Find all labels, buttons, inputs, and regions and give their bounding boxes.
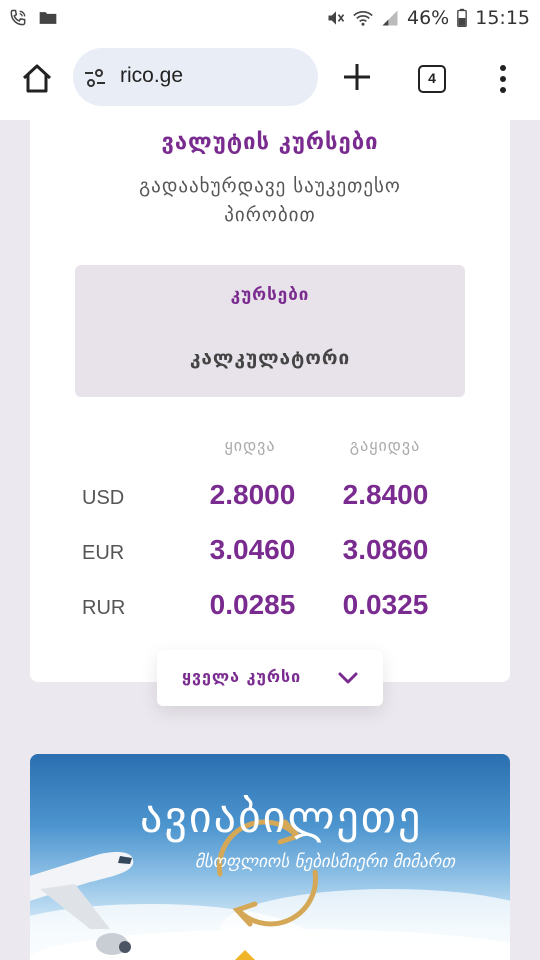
buy-rate: 2.8000 xyxy=(209,479,296,510)
tabs-icon[interactable]: 4 xyxy=(418,65,446,93)
all-rates-button[interactable]: ყველა კურსი xyxy=(157,650,383,706)
banner-title: ავიაბილეთე xyxy=(140,792,423,843)
column-header-sell: გაყიდვა xyxy=(349,436,421,455)
folder-icon xyxy=(39,12,57,24)
currency-rates-card: ვალუტის კურსები გადაახურდავე საუკეთესო პ… xyxy=(30,120,510,682)
banner-subtitle: მსოფლიოს ნებისმიერი მიმართ xyxy=(195,852,456,872)
rate-row-usd: USD 2.8000 2.8400 xyxy=(30,479,510,519)
chevron-down-icon xyxy=(338,672,358,684)
url-text[interactable]: rico.ge xyxy=(120,64,183,88)
buy-rate: 0.0285 xyxy=(209,589,296,620)
more-vert-icon[interactable] xyxy=(496,63,510,95)
status-bar: 46% 15:15 xyxy=(0,0,540,38)
rates-subtitle: გადაახურდავე საუკეთესო პირობით xyxy=(139,175,401,226)
buy-rate: 3.0460 xyxy=(209,534,296,565)
home-icon[interactable] xyxy=(20,62,54,96)
battery-icon xyxy=(457,8,468,27)
currency-code: RUR xyxy=(82,597,126,619)
site-settings-icon[interactable] xyxy=(83,66,107,90)
currency-code: USD xyxy=(82,487,125,509)
battery-percent: 46% xyxy=(407,7,450,29)
sell-rate: 0.0325 xyxy=(342,589,429,620)
column-header-buy: ყიდვა xyxy=(224,436,276,455)
sell-rate: 2.8400 xyxy=(342,479,429,510)
mute-icon xyxy=(328,11,345,25)
rate-row-rur: RUR 0.0285 0.0325 xyxy=(30,589,510,629)
browser-toolbar: rico.ge 4 xyxy=(0,38,540,120)
rates-tabs: კურსები კალკულატორი xyxy=(75,265,465,397)
address-bar[interactable]: rico.ge xyxy=(73,48,318,106)
all-rates-label: ყველა კურსი xyxy=(182,667,302,686)
rate-row-eur: EUR 3.0460 3.0860 xyxy=(30,534,510,574)
wifi-call-icon xyxy=(10,9,26,26)
flight-tickets-banner[interactable]: ავიაბილეთე მსოფლიოს ნებისმიერი მიმართ xyxy=(30,754,510,960)
currency-code: EUR xyxy=(82,542,125,564)
signal-icon xyxy=(382,10,398,26)
clock: 15:15 xyxy=(475,7,530,29)
rates-title: ვალუტის კურსები xyxy=(161,130,379,155)
tab-rates[interactable]: კურსები xyxy=(75,285,465,305)
tab-calculator[interactable]: კალკულატორი xyxy=(75,347,465,369)
wifi-icon xyxy=(353,11,373,26)
plus-icon[interactable] xyxy=(340,60,374,94)
sell-rate: 3.0860 xyxy=(342,534,429,565)
